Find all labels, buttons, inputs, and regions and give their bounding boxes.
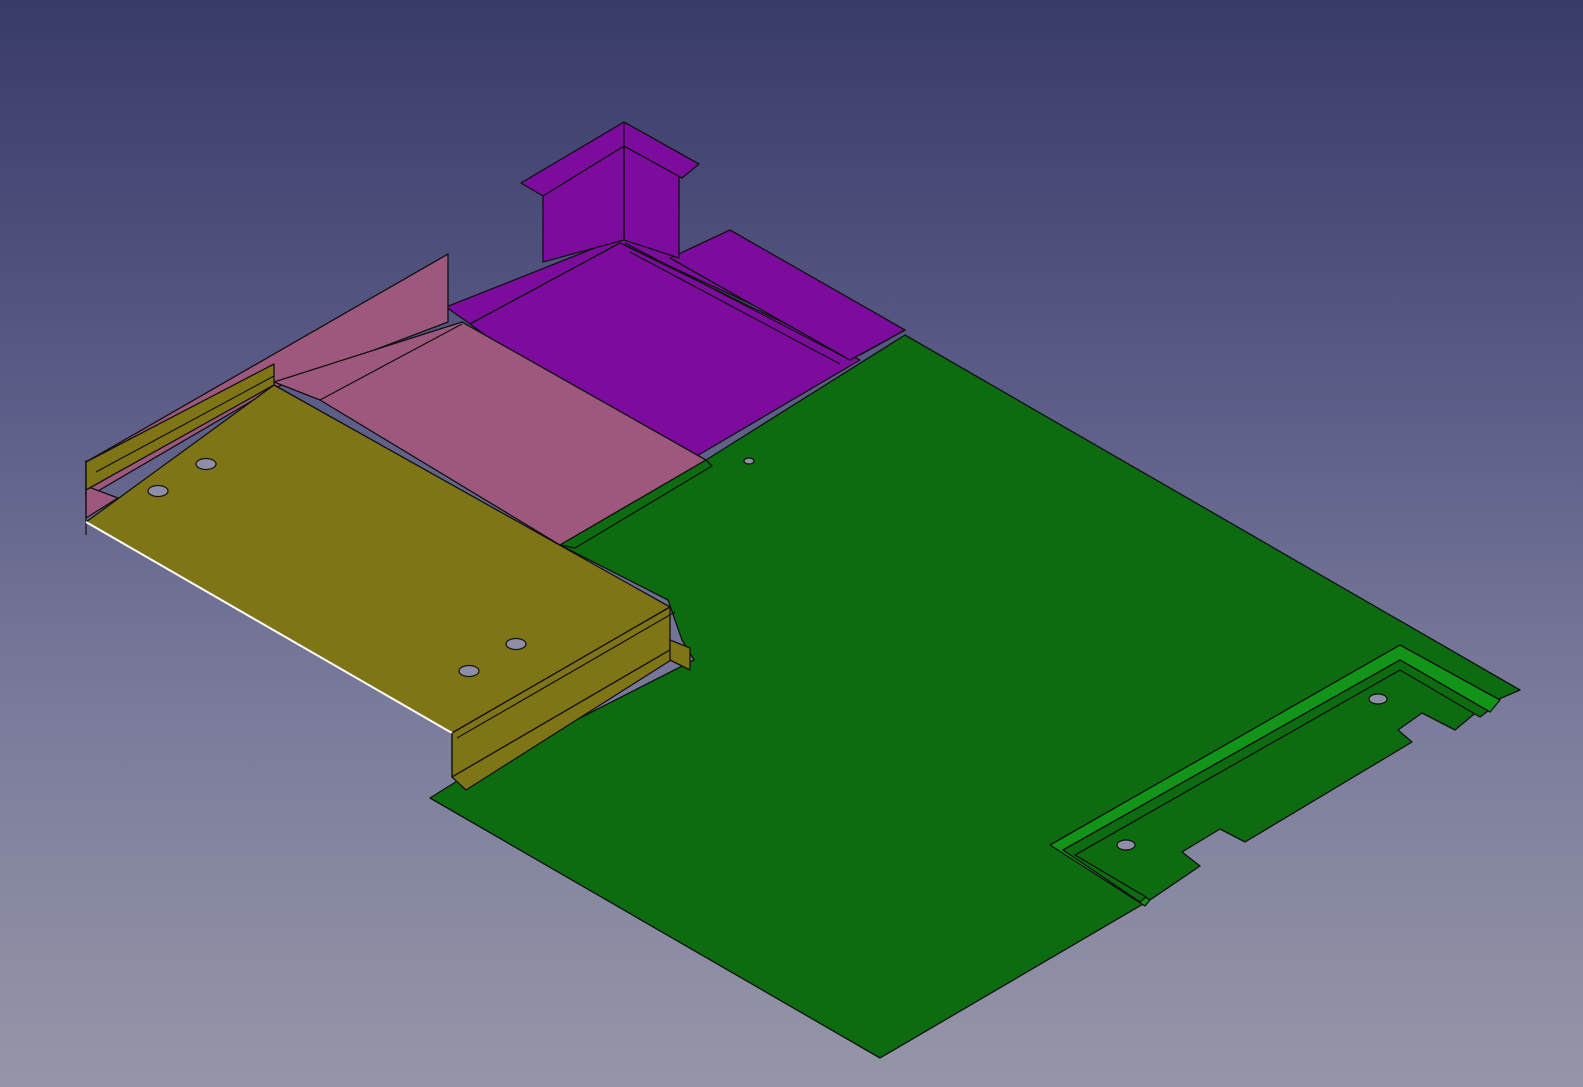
hole-yellow-1[interactable] bbox=[147, 484, 169, 498]
hole-yellow-4[interactable] bbox=[505, 637, 527, 651]
sheet-metal-model[interactable] bbox=[0, 0, 1583, 1087]
hole-yellow-2[interactable] bbox=[195, 457, 217, 471]
hole-green-right[interactable] bbox=[1368, 693, 1388, 705]
hole-yellow-3[interactable] bbox=[458, 664, 480, 678]
hole-green-small[interactable] bbox=[743, 457, 755, 465]
hole-green-left[interactable] bbox=[1116, 839, 1136, 851]
3d-viewport[interactable] bbox=[0, 0, 1583, 1087]
